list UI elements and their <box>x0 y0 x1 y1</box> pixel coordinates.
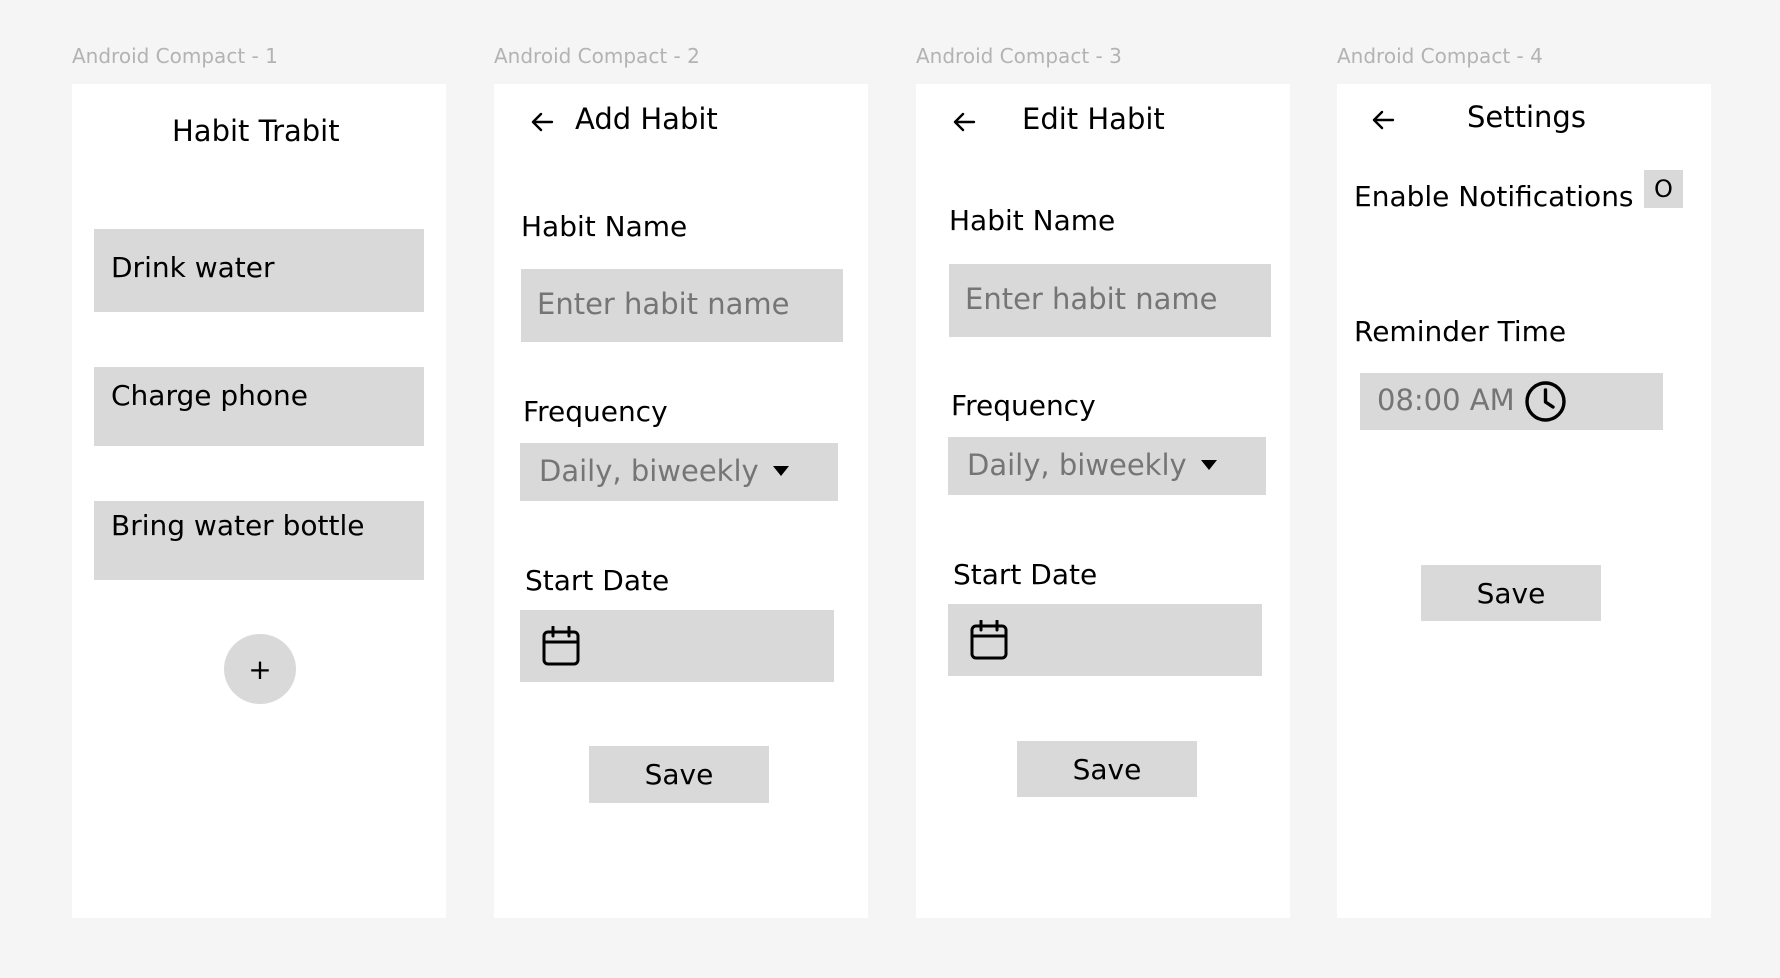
edit-habit-screen: Edit Habit Habit Name Enter habit name F… <box>916 84 1290 918</box>
frequency-dropdown[interactable]: Daily, biweekly <box>948 437 1266 495</box>
arrow-left-icon[interactable] <box>528 108 556 136</box>
notifications-toggle[interactable]: O <box>1644 170 1683 208</box>
chevron-down-icon <box>1200 460 1217 470</box>
frame-label-3: Android Compact - 3 <box>916 44 1122 68</box>
home-screen: Habit Trabit Drink water Charge phone Br… <box>72 84 446 918</box>
save-button[interactable]: Save <box>1421 565 1601 621</box>
calendar-icon[interactable] <box>970 620 1008 660</box>
habit-name-placeholder: Enter habit name <box>537 287 790 321</box>
habit-name-input[interactable]: Enter habit name <box>521 269 843 342</box>
add-habit-fab[interactable]: + <box>224 634 296 704</box>
frequency-label: Frequency <box>951 389 1096 422</box>
habit-name-label: Habit Name <box>949 204 1116 237</box>
frequency-value: Daily, biweekly <box>967 448 1187 482</box>
habit-item-label: Bring water bottle <box>111 509 365 542</box>
chevron-down-icon <box>772 466 789 476</box>
habit-name-input[interactable]: Enter habit name <box>949 264 1271 337</box>
habit-item-label: Drink water <box>111 251 275 284</box>
save-button[interactable]: Save <box>589 746 769 803</box>
arrow-left-icon[interactable] <box>950 108 978 136</box>
app-title: Habit Trabit <box>172 114 340 148</box>
habit-name-label: Habit Name <box>521 210 688 243</box>
reminder-time-label: Reminder Time <box>1354 315 1567 348</box>
arrow-left-icon[interactable] <box>1369 106 1397 134</box>
reminder-time-value: 08:00 AM <box>1377 383 1515 417</box>
frame-label-4: Android Compact - 4 <box>1337 44 1543 68</box>
habit-item-drink-water[interactable]: Drink water <box>94 229 424 312</box>
habit-item-bring-water-bottle[interactable]: Bring water bottle <box>94 501 424 580</box>
clock-icon[interactable] <box>1524 380 1567 423</box>
frequency-dropdown[interactable]: Daily, biweekly <box>520 443 838 501</box>
frame-label-1: Android Compact - 1 <box>72 44 278 68</box>
add-habit-screen: Add Habit Habit Name Enter habit name Fr… <box>494 84 868 918</box>
habit-item-label: Charge phone <box>111 379 308 412</box>
page-title: Add Habit <box>575 102 718 136</box>
calendar-icon[interactable] <box>542 626 580 666</box>
habit-item-charge-phone[interactable]: Charge phone <box>94 367 424 446</box>
start-date-picker[interactable] <box>520 610 834 682</box>
page-title: Settings <box>1467 100 1586 134</box>
settings-screen: Settings Enable Notifications O Reminder… <box>1337 84 1711 918</box>
reminder-time-picker[interactable]: 08:00 AM <box>1360 373 1663 430</box>
page-title: Edit Habit <box>1022 102 1165 136</box>
start-date-label: Start Date <box>525 564 670 597</box>
enable-notifications-label: Enable Notifications <box>1354 180 1634 213</box>
habit-name-placeholder: Enter habit name <box>965 282 1218 316</box>
frequency-value: Daily, biweekly <box>539 454 759 488</box>
start-date-label: Start Date <box>953 558 1098 591</box>
start-date-picker[interactable] <box>948 604 1262 676</box>
frame-label-2: Android Compact - 2 <box>494 44 700 68</box>
frequency-label: Frequency <box>523 395 668 428</box>
save-button[interactable]: Save <box>1017 741 1197 797</box>
